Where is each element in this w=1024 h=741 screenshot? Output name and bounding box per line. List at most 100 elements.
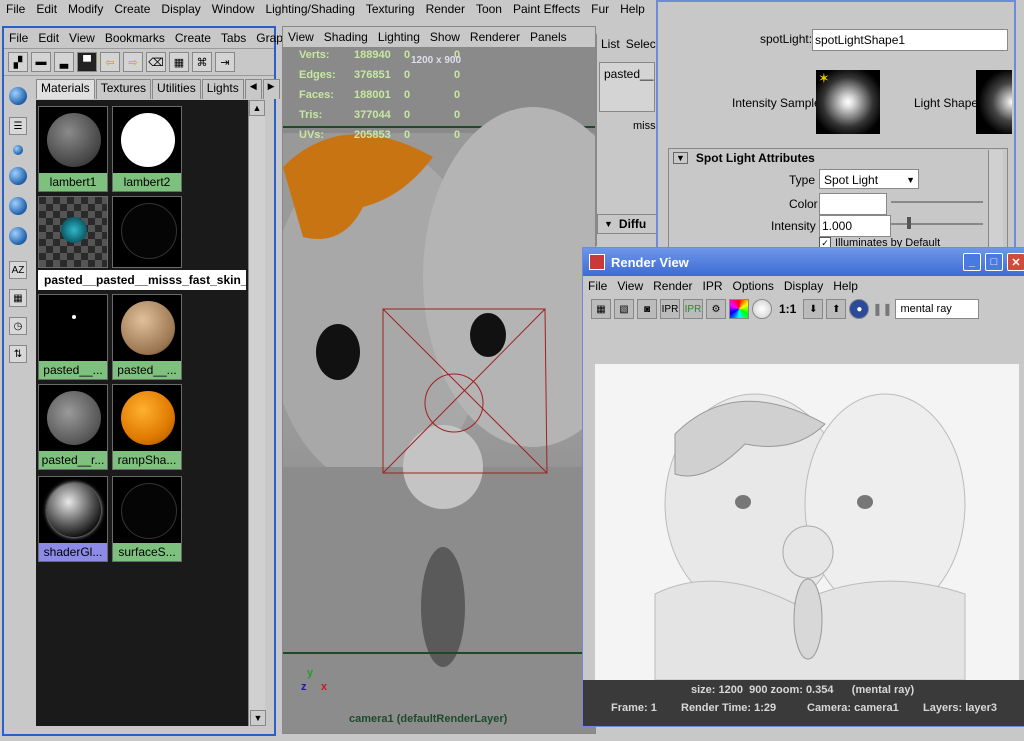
type-dropdown[interactable]: Spot Light ▼ bbox=[819, 169, 919, 189]
rv-menu-render[interactable]: Render bbox=[648, 279, 697, 293]
xlarge-sphere-icon[interactable] bbox=[9, 227, 27, 245]
renderer-dropdown[interactable]: mental ray bbox=[895, 299, 980, 319]
scroll-down-icon[interactable]: ▼ bbox=[250, 710, 266, 726]
vp-menu-renderer[interactable]: Renderer bbox=[465, 30, 525, 44]
menu-edit[interactable]: Edit bbox=[30, 2, 62, 16]
menu-create[interactable]: Create bbox=[108, 2, 155, 16]
swatch-pasted-checker[interactable] bbox=[38, 196, 108, 268]
list-icon[interactable]: ☰ bbox=[9, 117, 27, 135]
layout-top-icon[interactable]: ▬ bbox=[31, 52, 51, 72]
scroll-up-icon[interactable]: ▲ bbox=[249, 100, 265, 116]
rv-menu-display[interactable]: Display bbox=[779, 279, 828, 293]
hs-menu-file[interactable]: File bbox=[4, 31, 33, 45]
menu-modify[interactable]: Modify bbox=[62, 2, 108, 16]
menu-paint-effects[interactable]: Paint Effects bbox=[507, 2, 585, 16]
maximize-icon[interactable]: □ bbox=[985, 253, 1003, 271]
menu-fur[interactable]: Fur bbox=[585, 2, 614, 16]
menu-render[interactable]: Render bbox=[420, 2, 470, 16]
render-image[interactable] bbox=[595, 364, 1019, 681]
swatch-pasted-light[interactable]: pasted__... bbox=[38, 294, 108, 380]
swatch-shader-glow[interactable]: shaderGl... bbox=[38, 476, 108, 562]
tab-materials[interactable]: Materials bbox=[36, 79, 95, 99]
sort-az-icon[interactable]: AZ bbox=[9, 261, 27, 279]
medium-sphere-icon[interactable] bbox=[9, 167, 27, 185]
hs-menu-bookmarks[interactable]: Bookmarks bbox=[100, 31, 170, 45]
rv-menu-options[interactable]: Options bbox=[728, 279, 779, 293]
ratio-label[interactable]: 1:1 bbox=[775, 302, 800, 316]
intensity-slider[interactable] bbox=[891, 223, 983, 225]
sort-reverse-icon[interactable]: ⇅ bbox=[9, 345, 27, 363]
layout-single-icon[interactable]: ▀ bbox=[77, 52, 97, 72]
color-slider[interactable] bbox=[891, 201, 983, 203]
tab-utilities[interactable]: Utilities bbox=[152, 79, 201, 99]
intensity-field[interactable] bbox=[819, 215, 891, 237]
pause-icon[interactable]: ❚❚ bbox=[872, 302, 892, 316]
menu-toon[interactable]: Toon bbox=[470, 2, 507, 16]
forward-arrow-icon[interactable]: ⇨ bbox=[123, 52, 143, 72]
tab-textures[interactable]: Textures bbox=[95, 79, 152, 99]
rv-menu-file[interactable]: File bbox=[583, 279, 612, 293]
network-icon[interactable]: ⌘ bbox=[192, 52, 212, 72]
hs-menu-create[interactable]: Create bbox=[170, 31, 216, 45]
sphere-icon[interactable] bbox=[9, 87, 27, 105]
vp-menu-show[interactable]: Show bbox=[425, 30, 465, 44]
menu-texturing[interactable]: Texturing bbox=[360, 2, 420, 16]
keep-image-icon[interactable]: ⬇ bbox=[803, 299, 824, 319]
menu-lighting-shading[interactable]: Lighting/Shading bbox=[259, 2, 359, 16]
attr-scrollbar[interactable] bbox=[988, 150, 1003, 250]
swatch-pasted-dark[interactable] bbox=[112, 196, 182, 268]
swatch-scrollbar[interactable]: ▲ ▼ bbox=[248, 100, 266, 726]
vp-menu-view[interactable]: View bbox=[283, 30, 319, 44]
swatch-lambert1[interactable]: lambert1 bbox=[38, 106, 108, 192]
viewport-scene[interactable]: Verts: 188940 0 0 Edges: 376851 0 0 Faces: 1880… bbox=[283, 47, 595, 733]
layout-bottom-icon[interactable]: ▃ bbox=[54, 52, 74, 72]
render-globals-icon[interactable]: ● bbox=[849, 299, 870, 319]
tab-scroll-right[interactable]: ▶ bbox=[262, 79, 280, 99]
ipr-render-icon[interactable]: IPR bbox=[660, 299, 680, 319]
menu-window[interactable]: Window bbox=[206, 2, 260, 16]
hs-menu-tabs[interactable]: Tabs bbox=[216, 31, 251, 45]
large-sphere-icon[interactable] bbox=[9, 197, 27, 215]
menu-help[interactable]: Help bbox=[614, 2, 650, 16]
alpha-channel-icon[interactable] bbox=[752, 299, 772, 319]
color-swatch[interactable] bbox=[819, 193, 887, 215]
close-icon[interactable]: ✕ bbox=[1007, 253, 1024, 271]
rv-menu-view[interactable]: View bbox=[612, 279, 648, 293]
rgb-channels-icon[interactable] bbox=[729, 299, 749, 319]
back-arrow-icon[interactable]: ⇦ bbox=[100, 52, 120, 72]
small-sphere-icon[interactable] bbox=[13, 145, 23, 155]
rv-menu-help[interactable]: Help bbox=[828, 279, 863, 293]
remove-image-icon[interactable]: ⬆ bbox=[826, 299, 847, 319]
grid-icon[interactable]: ▦ bbox=[169, 52, 189, 72]
menu-file[interactable]: File bbox=[0, 2, 30, 16]
ipr-refresh-icon[interactable]: IPR bbox=[683, 299, 703, 319]
sort-time-icon[interactable]: ◷ bbox=[9, 317, 27, 335]
snapshot-camera-icon[interactable]: ◙ bbox=[637, 299, 657, 319]
hs-menu-edit[interactable]: Edit bbox=[33, 31, 64, 45]
vp-menu-lighting[interactable]: Lighting bbox=[373, 30, 425, 44]
collapse-arrow-icon[interactable]: ▼ bbox=[673, 152, 688, 164]
export-icon[interactable]: ⇥ bbox=[215, 52, 235, 72]
swatch-pasted-skin[interactable]: pasted__... bbox=[112, 294, 182, 380]
swatch-surface-shader[interactable]: surfaceS... bbox=[112, 476, 182, 562]
spotlight-name-field[interactable] bbox=[812, 29, 1008, 51]
menu-display[interactable]: Display bbox=[155, 2, 205, 16]
eraser-icon[interactable]: ⌫ bbox=[146, 52, 166, 72]
render-view-titlebar[interactable]: Render View _ □ ✕ bbox=[583, 248, 1024, 276]
minimize-icon[interactable]: _ bbox=[963, 253, 981, 271]
render-settings-icon[interactable]: ⚙ bbox=[706, 299, 726, 319]
swatch-lambert2[interactable]: lambert2 bbox=[112, 106, 182, 192]
tab-lights[interactable]: Lights bbox=[201, 79, 244, 99]
vp-menu-shading[interactable]: Shading bbox=[319, 30, 373, 44]
sort-type-icon[interactable]: ▦ bbox=[9, 289, 27, 307]
outliner-menu-list[interactable]: List bbox=[597, 37, 624, 51]
hs-menu-view[interactable]: View bbox=[64, 31, 100, 45]
graph-icon[interactable]: ▞ bbox=[8, 52, 28, 72]
render-region-icon[interactable]: ▧ bbox=[614, 299, 634, 319]
rv-menu-ipr[interactable]: IPR bbox=[698, 279, 728, 293]
vp-menu-panels[interactable]: Panels bbox=[525, 30, 572, 44]
intensity-slider-handle[interactable] bbox=[907, 217, 911, 229]
outliner-item[interactable]: pasted__p bbox=[599, 62, 655, 112]
diffuse-section-header[interactable]: ▼ Diffu bbox=[597, 214, 657, 234]
swatch-pasted-r[interactable]: pasted__r... bbox=[38, 384, 108, 470]
